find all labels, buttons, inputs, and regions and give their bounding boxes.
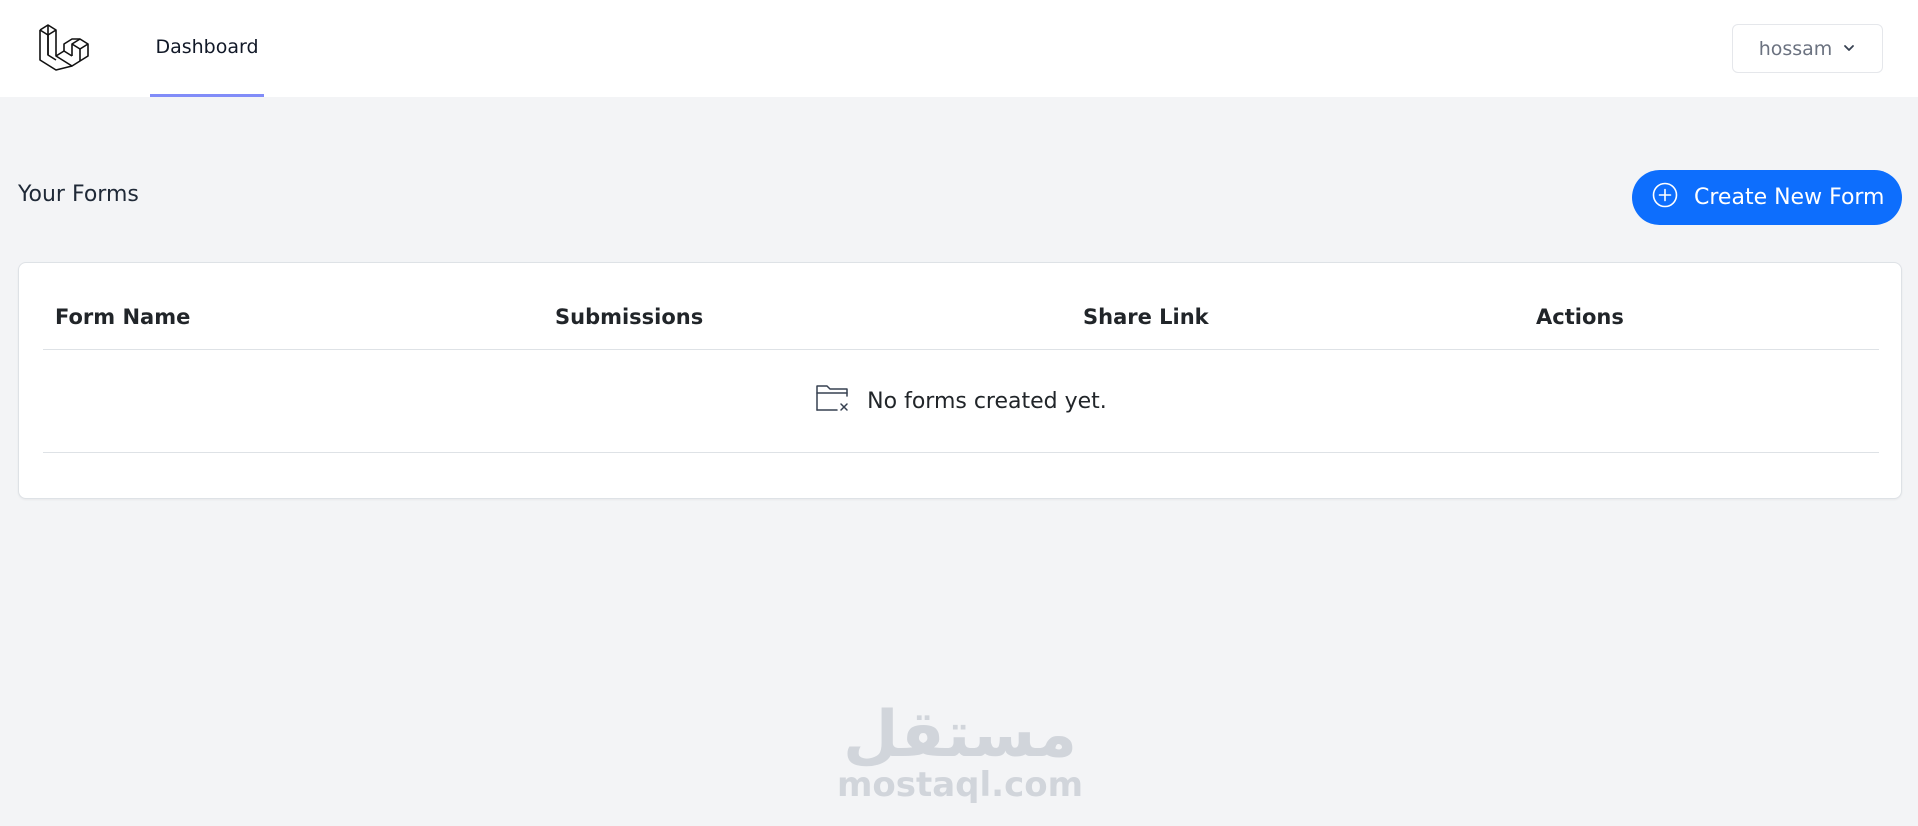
watermark-latin: mostaql.com [836,765,1084,805]
chevron-down-icon [1842,38,1856,60]
user-menu-dropdown[interactable]: hossam [1732,24,1883,73]
column-header-form-name: Form Name [55,305,191,329]
user-name: hossam [1758,37,1833,60]
forms-table: Form Name Submissions Share Link Actions… [43,285,1879,453]
table-empty-row: No forms created yet. [43,350,1879,453]
create-new-form-label: Create New Form [1694,185,1885,210]
empty-state-message: No forms created yet. [867,388,1107,414]
watermark-arabic: مستقل [842,698,1078,772]
watermark: مستقل mostaql.com [830,700,1090,804]
forms-card: Form Name Submissions Share Link Actions… [18,262,1902,499]
folder-x-icon [815,382,851,420]
plus-circle-icon [1652,182,1678,214]
column-header-actions: Actions [1536,305,1624,329]
table-header-row: Form Name Submissions Share Link Actions [43,285,1879,350]
nav-link-dashboard[interactable]: Dashboard [150,0,264,97]
create-new-form-button[interactable]: Create New Form [1632,170,1902,225]
column-header-submissions: Submissions [555,305,704,329]
page-title: Your Forms [18,182,139,207]
nav-link-label: Dashboard [155,36,259,58]
top-navigation: Dashboard hossam [0,0,1918,98]
laravel-logo-icon[interactable] [38,22,92,74]
column-header-share-link: Share Link [1083,305,1209,329]
